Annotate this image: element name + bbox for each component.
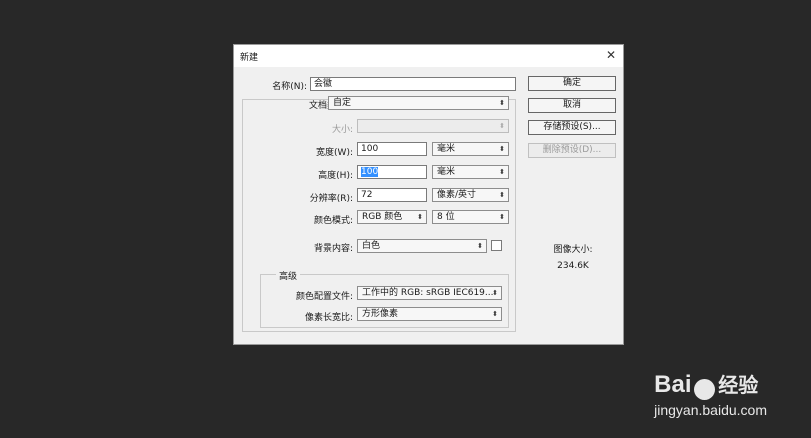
background-dropdown[interactable]: 白色 ⬍ [357, 239, 487, 253]
dropdown-arrow-icon: ⬍ [499, 191, 505, 199]
color-mode-label: 颜色模式: [313, 216, 353, 226]
dropdown-arrow-icon: ⬍ [499, 213, 505, 221]
bit-depth-value: 8 位 [437, 212, 455, 222]
pixel-aspect-label: 像素长宽比: [304, 313, 353, 323]
image-size-label: 图像大小: [553, 245, 593, 255]
preset-dropdown[interactable]: 自定 ⬍ [328, 96, 509, 110]
dialog-title: 新建 [240, 53, 259, 63]
resolution-unit-value: 像素/英寸 [437, 190, 477, 200]
height-unit-value: 毫米 [437, 167, 456, 177]
dropdown-arrow-icon: ⬍ [492, 310, 498, 318]
save-preset-button[interactable]: 存储预设(S)... [528, 120, 616, 135]
bit-depth-dropdown[interactable]: 8 位 ⬍ [432, 210, 509, 224]
pixel-aspect-value: 方形像素 [362, 309, 399, 319]
size-dropdown[interactable]: ⬍ [357, 119, 509, 133]
dropdown-arrow-icon: ⬍ [499, 145, 505, 153]
height-input[interactable]: 100 [357, 165, 427, 179]
baidu-jingyan-watermark: Bai 经验 jingyan.baidu.com [654, 369, 767, 418]
dropdown-arrow-icon: ⬍ [499, 168, 505, 176]
color-profile-dropdown[interactable]: 工作中的 RGB: sRGB IEC619... ⬍ [357, 286, 502, 300]
resolution-input[interactable]: 72 [357, 188, 427, 202]
title-bar: 新建 ✕ [234, 45, 623, 67]
name-label: 名称(N): [272, 82, 307, 92]
cancel-button[interactable]: 取消 [528, 98, 616, 113]
width-label: 宽度(W): [316, 148, 353, 158]
dropdown-arrow-icon: ⬍ [477, 242, 483, 250]
watermark-url: jingyan.baidu.com [654, 402, 767, 418]
background-label: 背景内容: [313, 244, 353, 254]
advanced-label: 高级 [276, 269, 301, 282]
background-color-swatch[interactable] [491, 240, 502, 251]
color-mode-value: RGB 颜色 [362, 212, 403, 222]
width-input[interactable]: 100 [357, 142, 427, 156]
close-icon[interactable]: ✕ [606, 48, 616, 62]
dropdown-arrow-icon: ⬍ [492, 289, 498, 297]
name-input[interactable]: 会徽 [310, 77, 516, 91]
preset-value: 自定 [333, 98, 352, 108]
height-label: 高度(H): [318, 171, 353, 181]
dropdown-arrow-icon: ⬍ [499, 122, 505, 130]
color-mode-dropdown[interactable]: RGB 颜色 ⬍ [357, 210, 427, 224]
image-size-value: 234.6K [557, 261, 589, 271]
width-unit-value: 毫米 [437, 144, 456, 154]
color-profile-label: 颜色配置文件: [295, 292, 353, 302]
width-unit-dropdown[interactable]: 毫米 ⬍ [432, 142, 509, 156]
size-label: 大小: [331, 125, 353, 135]
dropdown-arrow-icon: ⬍ [417, 213, 423, 221]
dropdown-arrow-icon: ⬍ [499, 99, 505, 107]
color-profile-value: 工作中的 RGB: sRGB IEC619... [362, 288, 494, 298]
resolution-unit-dropdown[interactable]: 像素/英寸 ⬍ [432, 188, 509, 202]
height-unit-dropdown[interactable]: 毫米 ⬍ [432, 165, 509, 179]
pixel-aspect-dropdown[interactable]: 方形像素 ⬍ [357, 307, 502, 321]
background-value: 白色 [362, 241, 381, 251]
delete-preset-button[interactable]: 删除预设(D)... [528, 143, 616, 158]
new-document-dialog: 新建 ✕ 名称(N): 会徽 文档类型: 自定 ⬍ 大小: ⬍ 宽度(W): 1… [233, 44, 624, 345]
paw-icon [694, 379, 716, 400]
watermark-logo-cn: 经验 [718, 373, 759, 397]
watermark-logo-text: Bai [654, 371, 692, 398]
ok-button[interactable]: 确定 [528, 76, 616, 91]
resolution-label: 分辨率(R): [309, 194, 353, 204]
